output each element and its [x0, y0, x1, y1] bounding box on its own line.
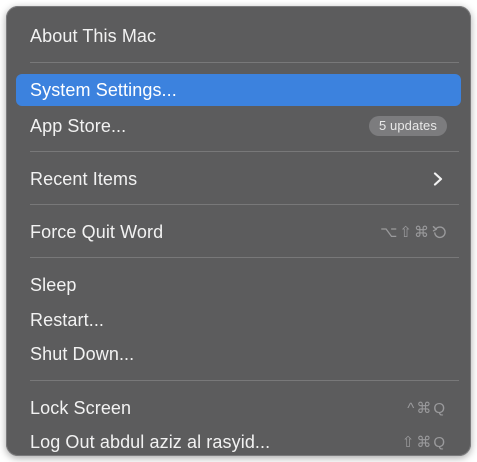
force-quit-shortcut: ⌥⇧⌘: [380, 223, 447, 241]
lock-screen-shortcut: ^⌘Q: [407, 400, 447, 417]
menu-item-sleep[interactable]: Sleep: [16, 269, 461, 301]
menu-item-label: Log Out abdul aziz al rasyid...: [30, 431, 271, 452]
menu-item-shut-down[interactable]: Shut Down...: [16, 338, 461, 370]
menu-item-log-out[interactable]: Log Out abdul aziz al rasyid... ⇧⌘Q: [16, 426, 461, 458]
menu-separator: [30, 380, 459, 381]
menu-item-label: Restart...: [30, 309, 105, 330]
menu-item-force-quit[interactable]: Force Quit Word ⌥⇧⌘: [16, 216, 461, 248]
menu-separator: [30, 151, 459, 152]
menu-item-label: Recent Items: [30, 168, 138, 189]
menu-item-system-settings[interactable]: System Settings...: [16, 74, 461, 106]
menu-item-lock-screen[interactable]: Lock Screen ^⌘Q: [16, 392, 461, 424]
menu-item-label: Shut Down...: [30, 343, 135, 364]
menu-item-about-this-mac[interactable]: About This Mac: [16, 20, 461, 52]
escape-key-icon: [432, 225, 447, 240]
menu-item-label: System Settings...: [30, 79, 177, 100]
menu-separator: [30, 204, 459, 205]
updates-badge: 5 updates: [368, 116, 447, 136]
menu-item-label: Lock Screen: [30, 397, 132, 418]
menu-item-label: Force Quit Word: [30, 221, 164, 242]
menu-item-restart[interactable]: Restart...: [16, 304, 461, 336]
apple-menu: About This Mac System Settings... App St…: [6, 6, 471, 456]
menu-item-recent-items[interactable]: Recent Items: [16, 163, 461, 195]
menu-item-label: Sleep: [30, 274, 77, 295]
menu-item-label: About This Mac: [30, 25, 157, 46]
menu-separator: [30, 62, 459, 63]
menu-item-app-store[interactable]: App Store... 5 updates: [16, 110, 461, 142]
log-out-shortcut: ⇧⌘Q: [401, 434, 447, 451]
menu-item-label: App Store...: [30, 115, 127, 136]
shortcut-keys: ⌥⇧⌘: [380, 224, 431, 241]
menu-separator: [30, 257, 459, 258]
chevron-right-icon: [429, 170, 447, 188]
